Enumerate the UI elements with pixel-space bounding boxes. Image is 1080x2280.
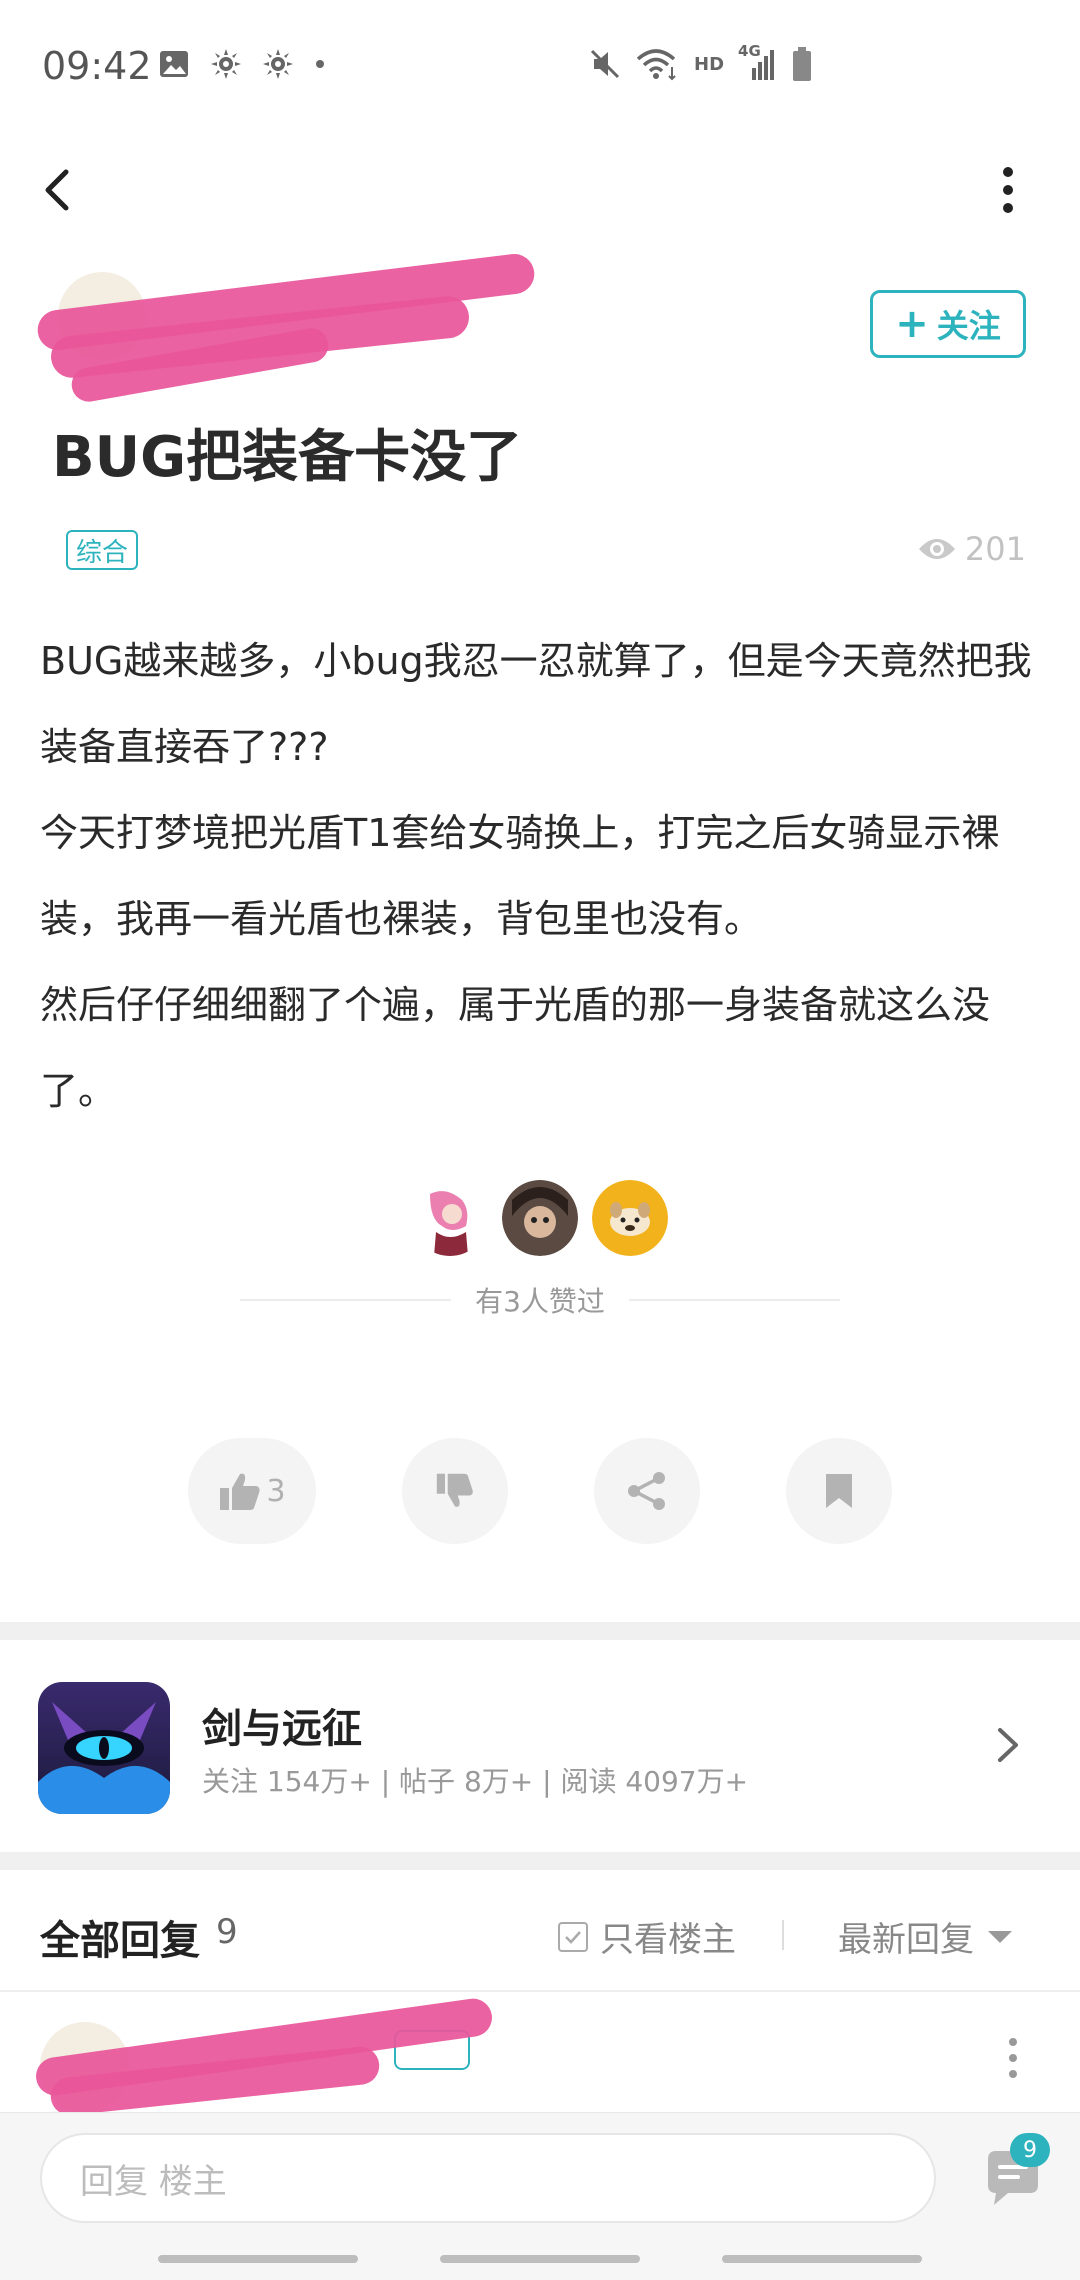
post-paragraph: 然后仔仔细细翻了个遍，属于光盾的那一身装备就这么没了。 [40,983,991,1113]
liked-summary: 有3人赞过 [240,1280,841,1320]
bookmark-button[interactable] [786,1438,892,1544]
replies-header: 全部回复 9 只看楼主 最新回复 [0,1870,1080,1990]
sort-label: 最新回复 [838,1920,974,1960]
sun-icon [210,48,242,80]
likers-avatars [0,1180,1080,1260]
status-bar: 09:42 HD 4G [0,0,1080,130]
divider-line [0,1990,1080,1992]
post-paragraph: 今天打梦境把光盾T1套给女骑换上，打完之后女骑显示裸装，我再一看光盾也裸装，背包… [40,811,1000,941]
post-tag[interactable]: 综合 [66,530,139,570]
signal-4g-icon: 4G [738,42,778,82]
sort-dropdown[interactable]: 最新回复 [838,1912,1014,1961]
app-bar [0,140,1080,240]
dot-icon [314,58,326,70]
view-count-value: 201 [964,530,1026,568]
like-count: 3 [266,1473,286,1509]
game-card[interactable]: 剑与远征 关注 154万+ | 帖子 8万+ | 阅读 4097万+ [0,1660,1080,1828]
section-divider [0,1622,1080,1640]
image-icon [158,49,190,79]
thumbs-up-icon [220,1473,261,1510]
back-button[interactable] [30,150,90,230]
caret-down-icon [988,1930,1012,1943]
more-vertical-icon [1003,167,1013,213]
reply-input[interactable]: 回复 楼主 [40,2133,936,2223]
bookmark-icon [826,1474,852,1508]
liker-avatar[interactable] [502,1180,578,1256]
more-options-button[interactable] [980,150,1040,230]
nav-bar-indicator [440,2255,640,2263]
dislike-button[interactable] [402,1438,508,1544]
more-vertical-icon [1009,2038,1017,2078]
network-label: 4G [738,42,761,60]
status-right-icons: HD 4G [588,42,812,82]
bottom-reply-bar: 回复 楼主 9 [0,2112,1080,2280]
section-divider [0,1852,1080,1870]
share-button[interactable] [594,1438,700,1544]
checkbox-icon [558,1921,588,1952]
follow-button[interactable]: + 关注 [870,290,1026,358]
thumbs-down-icon [436,1473,473,1507]
battery-icon [792,46,812,82]
game-name: 剑与远征 [202,1706,362,1752]
only-host-toggle[interactable]: 只看楼主 [558,1912,736,1961]
view-count: 201 [917,530,1026,568]
wifi-icon [636,47,680,81]
liked-count-text: 有3人赞过 [475,1285,605,1318]
post-paragraph: BUG越来越多，小bug我忍一忍就算了，但是今天竟然把我装备直接吞了??? [40,639,1032,769]
nav-bar-indicator [722,2255,922,2263]
back-arrow-icon [45,169,69,211]
status-time: 09:42 [42,44,152,88]
divider-line [240,1299,452,1301]
plus-icon: + [895,301,929,347]
post-title: BUG把装备卡没了 [52,425,523,490]
hd-icon: HD [694,53,725,75]
liker-avatar[interactable] [412,1180,488,1256]
post-body: BUG越来越多，小bug我忍一忍就算了，但是今天竟然把我装备直接吞了??? 今天… [40,618,1050,1134]
nav-bar-indicator [158,2255,358,2263]
like-button[interactable]: 3 [188,1438,316,1544]
separator [782,1920,784,1950]
divider-line [628,1299,841,1301]
replies-count: 9 [216,1912,238,1952]
liker-avatar[interactable] [592,1180,668,1256]
game-stats: 关注 154万+ | 帖子 8万+ | 阅读 4097万+ [202,1765,749,1798]
eye-icon [918,539,955,559]
only-host-label: 只看楼主 [600,1920,736,1960]
comment-count-badge: 9 [1010,2133,1050,2167]
replies-title: 全部回复 [40,1918,200,1964]
follow-label: 关注 [936,307,1001,345]
share-icon [628,1472,665,1510]
mute-icon [588,47,622,81]
chevron-right-icon [990,1720,1026,1774]
status-left-icons [158,48,326,80]
reply-more-button[interactable] [998,2034,1028,2086]
author-row: + 关注 [0,251,1080,405]
sun-icon [262,48,294,80]
game-icon [38,1682,170,1814]
reply-item [0,1996,1080,2118]
